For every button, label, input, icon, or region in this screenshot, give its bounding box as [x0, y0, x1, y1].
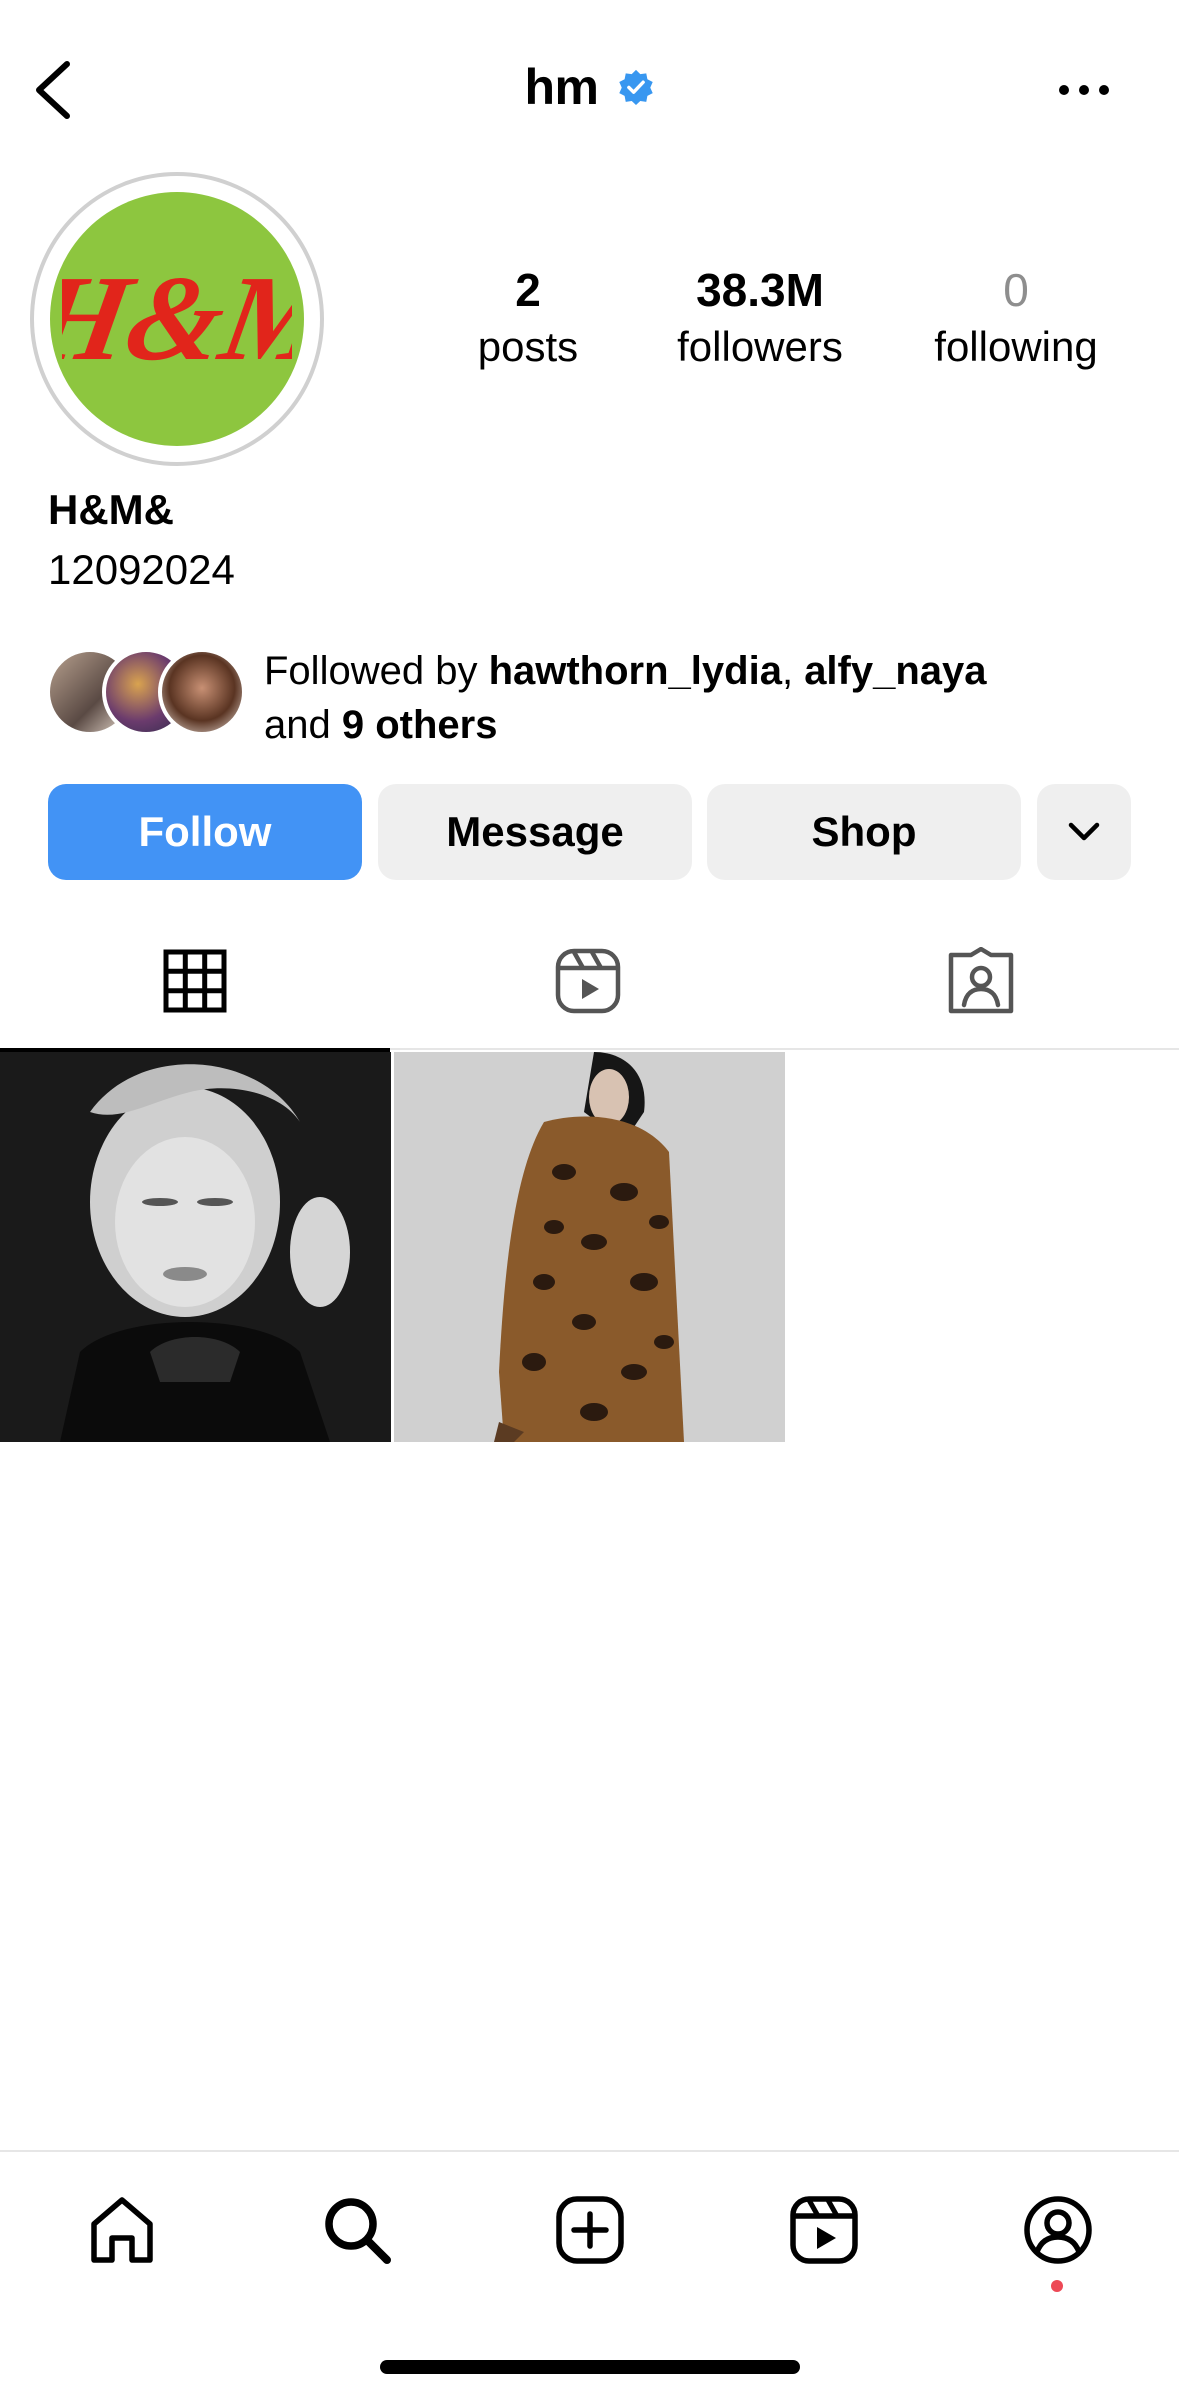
mutual-user-2[interactable]: alfy_naya	[804, 649, 986, 693]
nav-reels[interactable]	[769, 2180, 879, 2280]
follow-button[interactable]: Follow	[48, 784, 362, 880]
mutual-user-1[interactable]: hawthorn_lydia	[489, 649, 782, 693]
title-area: hm	[0, 58, 1179, 116]
following-stat[interactable]: 0 following	[900, 260, 1132, 374]
create-icon	[556, 2196, 624, 2264]
following-label: following	[934, 323, 1098, 370]
more-options-button[interactable]	[1039, 70, 1129, 110]
profile-avatar: H&M	[50, 192, 304, 446]
mutual-avatars	[46, 648, 246, 738]
mutual-others[interactable]: 9 others	[342, 703, 498, 747]
posts-stat[interactable]: 2 posts	[430, 260, 626, 374]
ellipsis-icon	[1059, 85, 1109, 95]
followers-stat[interactable]: 38.3M followers	[650, 260, 870, 374]
grid-icon	[163, 949, 227, 1013]
tab-posts-grid[interactable]	[0, 912, 390, 1052]
verified-badge-icon	[618, 69, 653, 106]
followers-count: 38.3M	[696, 264, 824, 316]
following-count: 0	[1003, 264, 1029, 316]
followed-by-prefix: Followed by	[264, 649, 489, 693]
tab-reels[interactable]	[393, 912, 783, 1050]
reels-icon	[555, 948, 621, 1014]
followed-by-text: Followed by hawthorn_lydia, alfy_nayaand…	[264, 644, 987, 752]
followed-by-separator: ,	[781, 649, 805, 693]
profile-stats: 2 posts 38.3M followers 0 following	[430, 260, 1150, 380]
search-icon	[325, 2198, 391, 2264]
chevron-down-icon	[1068, 822, 1100, 841]
followed-by-and: and	[264, 703, 342, 747]
display-name: H&M&	[48, 486, 174, 533]
notification-dot	[1051, 2280, 1063, 2292]
post-image	[394, 1052, 785, 1442]
followed-by-section[interactable]: Followed by hawthorn_lydia, alfy_nayaand…	[46, 644, 1146, 747]
bio-text: 12092024	[48, 546, 235, 593]
followers-label: followers	[677, 323, 843, 370]
nav-search[interactable]	[302, 2180, 412, 2280]
message-button[interactable]: Message	[378, 784, 692, 880]
profile-avatar-ring[interactable]: H&M	[30, 172, 324, 466]
nav-home[interactable]	[67, 2180, 177, 2280]
home-indicator	[380, 2360, 800, 2374]
shop-button[interactable]: Shop	[707, 784, 1021, 880]
profile-username: hm	[524, 59, 600, 115]
home-icon	[91, 2197, 153, 2263]
top-bar: hm	[0, 0, 1179, 170]
profile-tabs	[0, 912, 1179, 1052]
posts-label: posts	[477, 323, 579, 370]
profile-actions: Follow Message Shop	[48, 784, 1131, 880]
hm-logo: H&M	[62, 250, 292, 386]
posts-count: 2	[515, 264, 541, 316]
post-thumbnail[interactable]	[0, 1052, 391, 1442]
post-thumbnail[interactable]	[394, 1052, 785, 1442]
reels-icon	[790, 2196, 858, 2264]
mutual-avatar	[158, 648, 246, 736]
post-image	[0, 1052, 391, 1442]
tab-tagged[interactable]	[786, 912, 1176, 1050]
nav-profile[interactable]	[1003, 2180, 1113, 2280]
bottom-nav	[0, 2150, 1179, 2300]
svg-text:H&M: H&M	[62, 250, 292, 386]
tagged-icon	[948, 947, 1014, 1014]
nav-create[interactable]	[535, 2180, 645, 2280]
profile-icon	[1024, 2196, 1092, 2264]
suggested-accounts-button[interactable]	[1037, 784, 1131, 880]
